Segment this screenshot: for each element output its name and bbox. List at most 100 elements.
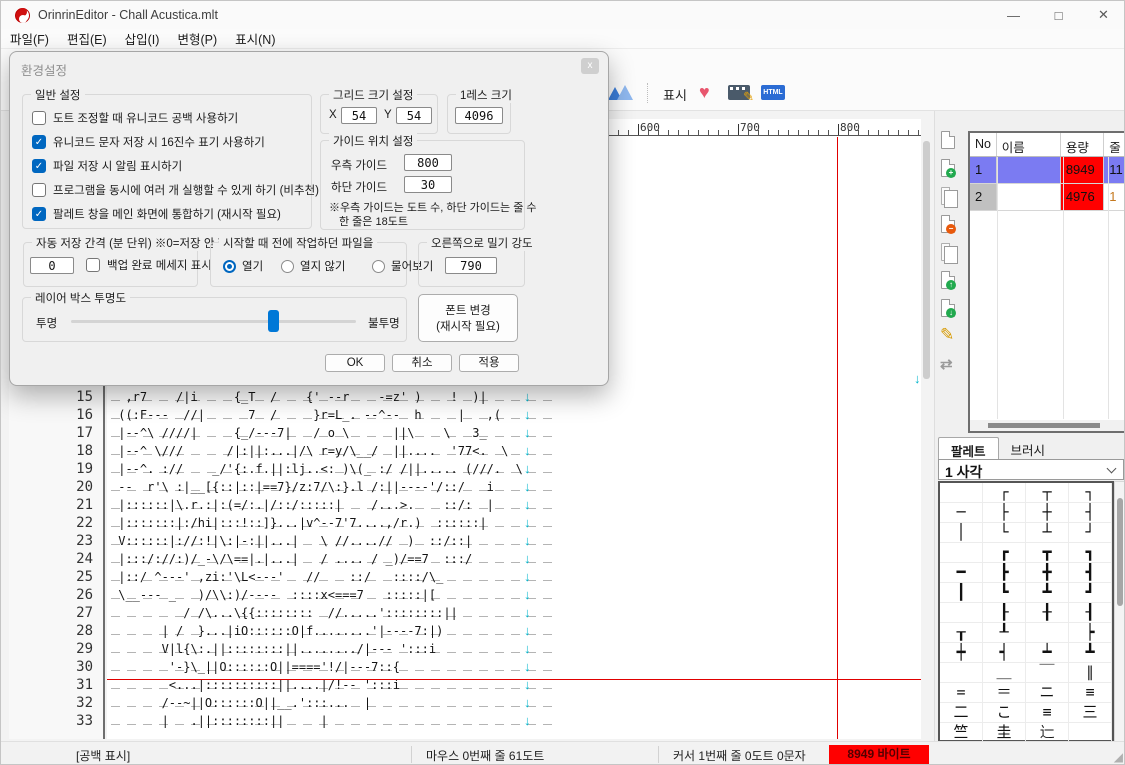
palette-cell[interactable]: ╂ xyxy=(1026,603,1069,623)
table-header-3[interactable]: 줄 xyxy=(1104,133,1125,156)
heart-icon[interactable]: ♥ xyxy=(699,82,710,103)
palette-cell[interactable]: └ xyxy=(983,523,1026,543)
resize-grip[interactable]: ◢ xyxy=(1114,750,1123,764)
palette-cell[interactable]: ┷ xyxy=(1026,643,1069,663)
palette-cell[interactable]: ┤ xyxy=(1069,503,1112,523)
startup-radio-1[interactable]: 열지 않기 xyxy=(281,258,346,274)
palette-scrollbar[interactable] xyxy=(1114,481,1125,742)
dialog-close-icon[interactable]: x xyxy=(581,58,599,74)
palette-cell[interactable]: │ xyxy=(940,523,983,543)
menu-item-0[interactable]: 파일(F) xyxy=(1,29,58,48)
startup-radio-0[interactable]: 열기 xyxy=(223,258,263,274)
opacity-slider-track[interactable] xyxy=(71,320,356,323)
palette-cell[interactable]: ┝ xyxy=(1069,623,1112,643)
radio-circle[interactable] xyxy=(281,260,294,273)
palette-cell[interactable]: 二 xyxy=(940,703,983,723)
palette-cell[interactable]: ＿ xyxy=(983,663,1026,683)
checkbox-box[interactable] xyxy=(32,111,46,125)
palette-cell[interactable]: ＝ xyxy=(983,683,1026,703)
menu-item-4[interactable]: 표시(N) xyxy=(226,29,284,48)
backup-message-checkbox[interactable]: 백업 완료 메세지 표시 xyxy=(86,257,212,273)
res-size-input[interactable] xyxy=(455,107,503,124)
cancel-button[interactable]: 취소 xyxy=(392,354,452,372)
palette-cell[interactable]: ─ xyxy=(940,503,983,523)
palette-cell[interactable]: ┗ xyxy=(983,583,1026,603)
table-row[interactable]: 249761 xyxy=(970,184,1125,211)
general-checkbox-1[interactable]: ✓유니코드 문자 저장 시 16진수 표기 사용하기 xyxy=(32,134,265,150)
palette-cell[interactable]: ┛ xyxy=(1069,583,1112,603)
remove-layer-button[interactable]: − xyxy=(938,213,962,237)
close-button[interactable]: ✕ xyxy=(1081,1,1125,29)
palette-cell[interactable]: ┥ xyxy=(983,643,1026,663)
palette-cell[interactable]: ∥ xyxy=(1069,663,1112,683)
push-strength-input[interactable] xyxy=(445,257,497,274)
palette-cell[interactable]: ┿ xyxy=(940,643,983,663)
palette-cell[interactable]: 三 xyxy=(1069,703,1112,723)
new-layer-button[interactable] xyxy=(938,129,962,153)
general-checkbox-0[interactable]: 도트 조정할 때 유니코드 공백 사용하기 xyxy=(32,110,238,126)
add-layer-button[interactable]: + xyxy=(938,157,962,181)
palette-cell[interactable] xyxy=(940,663,983,683)
palette-cell[interactable]: ≡ xyxy=(1069,683,1112,703)
palette-cell[interactable]: ┌ xyxy=(983,483,1026,503)
palette-cell[interactable]: ┳ xyxy=(1026,543,1069,563)
export-image-blue-icon[interactable] xyxy=(607,83,633,102)
layer-table[interactable]: No이름용량줄1894911249761 xyxy=(968,131,1125,433)
grid-x-input[interactable] xyxy=(341,107,377,124)
checkbox-box[interactable] xyxy=(32,183,46,197)
edit-layer-button[interactable]: ✎ xyxy=(938,325,962,349)
duplicate-layer-button[interactable] xyxy=(938,185,962,209)
bottom-guide-input[interactable] xyxy=(404,176,452,193)
palette-cell[interactable]: ┼ xyxy=(1026,503,1069,523)
palette-cell[interactable]: ┃ xyxy=(940,583,983,603)
table-row[interactable]: 1894911 xyxy=(970,157,1125,184)
checkbox-box[interactable]: ✓ xyxy=(32,207,46,221)
palette-cell[interactable] xyxy=(940,603,983,623)
palette-cell[interactable]: ┸ xyxy=(983,623,1026,643)
canvas-vertical-scrollbar[interactable] xyxy=(923,141,930,379)
menu-item-3[interactable]: 변형(P) xyxy=(168,29,226,48)
palette-cell[interactable]: ┣ xyxy=(983,563,1026,583)
palette-cell[interactable] xyxy=(1026,623,1069,643)
palette-cell[interactable]: ┓ xyxy=(1069,543,1112,563)
palette-cell[interactable]: ┬ xyxy=(1026,483,1069,503)
layer-up-button[interactable]: ↑ xyxy=(938,269,962,293)
palette-cell[interactable]: ┫ xyxy=(1069,563,1112,583)
general-checkbox-3[interactable]: 프로그램을 동시에 여러 개 실행할 수 있게 하기 (비추천) xyxy=(32,182,319,198)
apply-button[interactable]: 적용 xyxy=(459,354,519,372)
palette-cell[interactable]: ━ xyxy=(940,563,983,583)
font-change-button[interactable]: 폰트 변경 (재시작 필요) xyxy=(418,294,518,342)
checkbox-box[interactable]: ✓ xyxy=(32,135,46,149)
palette-cell[interactable]: = xyxy=(940,683,983,703)
copy-layers-button[interactable] xyxy=(938,241,962,265)
film-edit-icon[interactable] xyxy=(728,85,750,100)
grid-y-input[interactable] xyxy=(396,107,432,124)
palette-cell[interactable]: ニ xyxy=(1026,683,1069,703)
palette-cell[interactable] xyxy=(940,483,983,503)
palette-cell[interactable] xyxy=(940,543,983,563)
general-checkbox-4[interactable]: ✓팔레트 창을 메인 화면에 통합하기 (재시작 필요) xyxy=(32,206,281,222)
opacity-slider-thumb[interactable] xyxy=(268,310,279,332)
palette-cell[interactable]: ┰ xyxy=(940,623,983,643)
checkbox-box[interactable] xyxy=(86,258,100,272)
layer-table-hscrollbar[interactable] xyxy=(970,420,1125,431)
palette-category-select[interactable]: 1 사각 xyxy=(938,459,1124,480)
palette-cell[interactable]: 辷 xyxy=(1026,723,1069,743)
html-export-icon[interactable]: HTML xyxy=(761,85,785,100)
palette-grid[interactable]: ┌┬┐─├┼┤│└┴┘┏┳┓━┣╋┫┃┗┻┛┠╂┨┰┸┝┿┥┷┻＿￣∥=＝ニ≡二… xyxy=(938,481,1114,742)
table-header-2[interactable]: 용량 xyxy=(1061,133,1104,156)
tab-brush[interactable]: 브러시 xyxy=(999,437,1058,459)
palette-cell[interactable]: ┐ xyxy=(1069,483,1112,503)
menu-item-2[interactable]: 삽입(I) xyxy=(116,29,169,48)
table-header-0[interactable]: No xyxy=(970,133,997,156)
radio-circle[interactable] xyxy=(223,260,236,273)
palette-cell[interactable]: ┴ xyxy=(1026,523,1069,543)
tab-palette[interactable]: 팔레트 xyxy=(938,437,999,459)
palette-cell[interactable]: こ xyxy=(983,703,1026,723)
palette-cell[interactable]: ├ xyxy=(983,503,1026,523)
table-header-1[interactable]: 이름 xyxy=(997,133,1061,156)
palette-cell[interactable]: ┨ xyxy=(1069,603,1112,623)
palette-cell[interactable]: ┠ xyxy=(983,603,1026,623)
ok-button[interactable]: OK xyxy=(325,354,385,372)
general-checkbox-2[interactable]: ✓파일 저장 시 알림 표시하기 xyxy=(32,158,182,174)
